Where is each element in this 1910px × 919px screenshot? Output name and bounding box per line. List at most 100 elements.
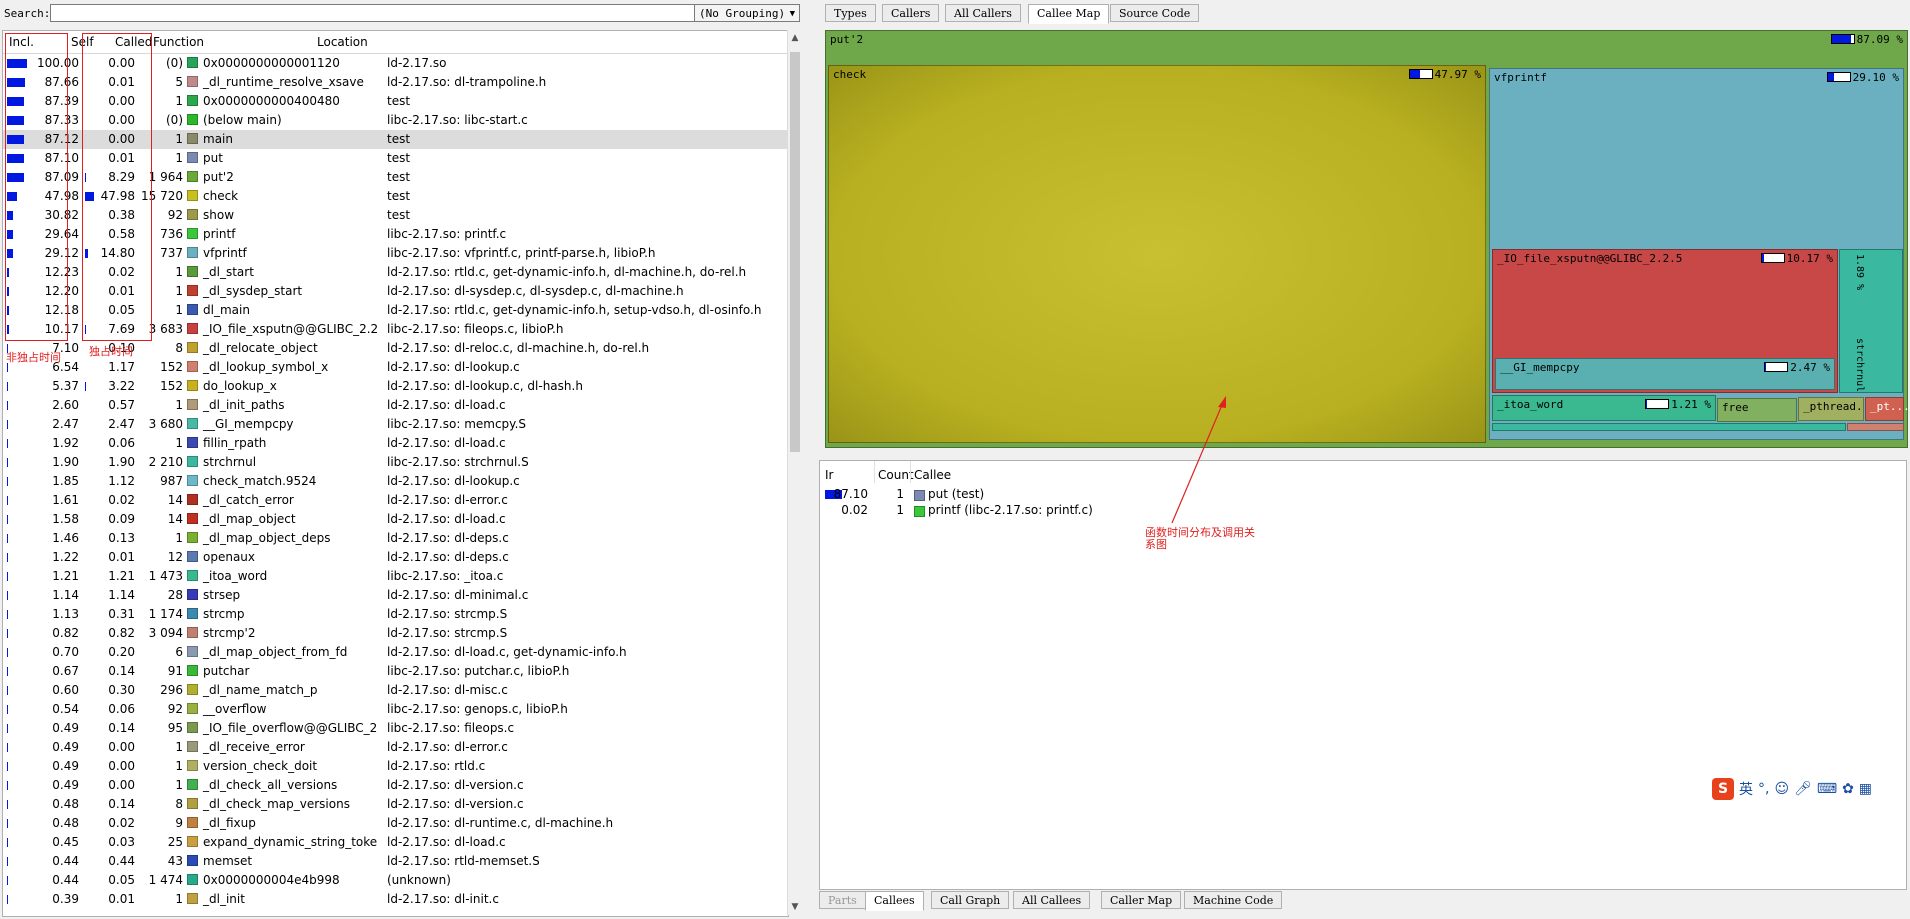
incl-bar (7, 591, 8, 600)
table-row[interactable]: 87.39 0.00 1 0x0000000000400480 test (3, 92, 788, 111)
punctuation-icon[interactable]: °, (1758, 781, 1769, 797)
tab-callers[interactable]: Callers (882, 4, 940, 22)
table-row[interactable]: 87.33 0.00 (0) (below main) libc-2.17.so: li… (3, 111, 788, 130)
tab-callee-map[interactable]: Callee Map (1028, 4, 1110, 24)
function-cell: 0x0000000000400480 (187, 92, 377, 111)
tab-source-code[interactable]: Source Code (1110, 4, 1200, 22)
table-row[interactable]: 1.22 0.01 12 openaux ld-2.17.so: dl-deps.c (3, 548, 788, 567)
table-row[interactable]: 47.98 47.98 15 720 check test (3, 187, 788, 206)
callee-treemap[interactable]: put'2 87.09 % check 47.97 % vfprintf 29.… (825, 30, 1910, 448)
ime-toolbar[interactable]: S 英 °, ☺ 🎤︎ ⌨ ✿ ▦ (1712, 776, 1872, 802)
emoji-icon[interactable]: ☺ (1774, 781, 1789, 797)
table-row[interactable]: 29.64 0.58 736 printf libc-2.17.so: printf.c (3, 225, 788, 244)
table-row[interactable]: 1.90 1.90 2 210 strchrnul libc-2.17.so: strc… (3, 453, 788, 472)
table-body: 100.00 0.00 (0) 0x0000000000001120 ld-2.17.s… (3, 54, 788, 909)
table-row[interactable]: 10.17 7.69 3 683 _IO_file_xsputn@@GLIBC_2.2… (3, 320, 788, 339)
column-header-ir[interactable]: Ir (825, 468, 833, 482)
treemap-block-check[interactable]: check 47.97 % (828, 65, 1486, 443)
self-value: 0.00 (108, 759, 135, 773)
table-row[interactable]: 2.60 0.57 1 _dl_init_paths ld-2.17.so: dl-lo… (3, 396, 788, 415)
treemap-block-itoa-word[interactable]: _itoa_word 1.21 % (1492, 395, 1716, 421)
column-header-called[interactable]: Called (115, 35, 152, 49)
table-row[interactable]: 87.12 0.00 1 main test (3, 130, 788, 149)
table-row[interactable]: 0.49 0.00 1 _dl_receive_error ld-2.17.so: dl… (3, 738, 788, 757)
tab-all-callers[interactable]: All Callers (945, 4, 1021, 22)
table-row[interactable]: 0.54 0.06 92 __overflow libc-2.17.so: genops… (3, 700, 788, 719)
scroll-up-icon[interactable]: ▲ (788, 30, 802, 46)
table-row[interactable]: 0.45 0.03 25 expand_dynamic_string_token ld-… (3, 833, 788, 852)
microphone-icon[interactable]: 🎤︎ (1794, 781, 1812, 797)
treemap-block-small[interactable] (1847, 423, 1904, 431)
column-header-self[interactable]: Self (71, 35, 94, 49)
scroll-down-icon[interactable]: ▼ (788, 899, 802, 915)
table-row[interactable]: 12.20 0.01 1 _dl_sysdep_start ld-2.17.so: dl… (3, 282, 788, 301)
treemap-block-strchrnul[interactable]: 1.89 % strchrnul (1839, 249, 1903, 393)
function-cell: _dl_relocate_object (187, 339, 377, 358)
toolbox-icon[interactable]: ▦ (1859, 781, 1872, 797)
vertical-scrollbar[interactable]: ▲ ▼ (787, 30, 802, 915)
keyboard-icon[interactable]: ⌨ (1817, 781, 1837, 797)
treemap-block-pt[interactable]: _pt... (1865, 397, 1910, 421)
column-header-location[interactable]: Location (317, 35, 368, 49)
function-color-swatch (187, 380, 198, 391)
tab-call-graph[interactable]: Call Graph (931, 891, 1010, 909)
sogou-logo-icon[interactable]: S (1712, 778, 1734, 800)
table-row[interactable]: 6.54 1.17 152 _dl_lookup_symbol_x ld-2.17.so… (3, 358, 788, 377)
column-header-incl[interactable]: Incl. (9, 35, 34, 49)
table-row[interactable]: 1.14 1.14 28 strsep ld-2.17.so: dl-minimal.c (3, 586, 788, 605)
self-value: 3.22 (108, 379, 135, 393)
table-row[interactable]: 12.18 0.05 1 dl_main ld-2.17.so: rtld.c, get… (3, 301, 788, 320)
table-row[interactable]: 1.21 1.21 1 473 _itoa_word libc-2.17.so: _it… (3, 567, 788, 586)
table-row[interactable]: 0.39 0.01 1 _dl_init ld-2.17.so: dl-init.c (3, 890, 788, 909)
ime-language-toggle[interactable]: 英 (1739, 779, 1753, 799)
table-row[interactable]: 0.67 0.14 91 putchar libc-2.17.so: putchar.c… (3, 662, 788, 681)
grouping-select[interactable]: (No Grouping) ▼ (694, 4, 800, 22)
table-row[interactable]: 87.66 0.01 5 _dl_runtime_resolve_xsave ld-2.… (3, 73, 788, 92)
table-row[interactable]: 87.10 0.01 1 put test (3, 149, 788, 168)
table-row[interactable]: 1.58 0.09 14 _dl_map_object ld-2.17.so: dl-l… (3, 510, 788, 529)
self-bar (85, 249, 88, 258)
treemap-block-small[interactable] (1492, 423, 1846, 431)
tab-caller-map[interactable]: Caller Map (1101, 891, 1182, 909)
function-cell: _IO_file_overflow@@GLIBC_2... (187, 719, 377, 738)
column-header-count[interactable]: Count (878, 468, 914, 482)
table-row[interactable]: 0.49 0.00 1 version_check_doit ld-2.17.so: r… (3, 757, 788, 776)
tab-callees[interactable]: Callees (865, 891, 924, 911)
tab-types[interactable]: Types (825, 4, 876, 22)
table-row[interactable]: 1.92 0.06 1 fillin_rpath ld-2.17.so: dl-load… (3, 434, 788, 453)
function-name: strcmp (203, 607, 245, 621)
column-header-callee[interactable]: Callee (914, 468, 951, 482)
table-row[interactable]: 0.70 0.20 6 _dl_map_object_from_fd ld-2.17.s… (3, 643, 788, 662)
treemap-block-free[interactable]: free (1717, 398, 1797, 422)
table-row[interactable]: 1.85 1.12 987 check_match.9524 ld-2.17.so: d… (3, 472, 788, 491)
table-row[interactable]: 12.23 0.02 1 _dl_start ld-2.17.so: rtld.c, g… (3, 263, 788, 282)
table-row[interactable]: 0.48 0.02 9 _dl_fixup ld-2.17.so: dl-runtime… (3, 814, 788, 833)
table-row[interactable]: 0.82 0.82 3 094 strcmp'2 ld-2.17.so: strcmp.… (3, 624, 788, 643)
tab-all-callees[interactable]: All Callees (1013, 891, 1091, 909)
table-row[interactable]: 1.61 0.02 14 _dl_catch_error ld-2.17.so: dl-… (3, 491, 788, 510)
table-row[interactable]: 29.12 14.80 737 vfprintf libc-2.17.so: vfpri… (3, 244, 788, 263)
scrollbar-thumb[interactable] (790, 52, 800, 452)
table-row[interactable]: 0.48 0.14 8 _dl_check_map_versions ld-2.17.s… (3, 795, 788, 814)
called-value: 1 (175, 132, 183, 146)
table-row[interactable]: 100.00 0.00 (0) 0x0000000000001120 ld-2.17.s… (3, 54, 788, 73)
callee-row[interactable]: 0.02 1 printf (libc-2.17.so: printf.c) (820, 501, 1900, 520)
table-row[interactable]: 2.47 2.47 3 680 __GI_mempcpy libc-2.17.so: m… (3, 415, 788, 434)
treemap-block-gi-mempcpy[interactable]: __GI_mempcpy 2.47 % (1495, 358, 1835, 390)
tab-machine-code[interactable]: Machine Code (1184, 891, 1283, 909)
table-row[interactable]: 0.44 0.05 1 474 0x0000000004e4b998 (unknown) (3, 871, 788, 890)
table-row[interactable]: 1.46 0.13 1 _dl_map_object_deps ld-2.17.so: … (3, 529, 788, 548)
skin-icon[interactable]: ✿ (1842, 781, 1854, 797)
table-row[interactable]: 30.82 0.38 92 show test (3, 206, 788, 225)
search-input[interactable] (50, 4, 695, 22)
table-header: Incl. Self Called Function Location (3, 31, 788, 54)
table-row[interactable]: 0.44 0.44 43 memset ld-2.17.so: rtld-memset.… (3, 852, 788, 871)
table-row[interactable]: 1.13 0.31 1 174 strcmp ld-2.17.so: strcmp.S (3, 605, 788, 624)
table-row[interactable]: 5.37 3.22 152 do_lookup_x ld-2.17.so: dl-loo… (3, 377, 788, 396)
table-row[interactable]: 0.60 0.30 296 _dl_name_match_p ld-2.17.so: d… (3, 681, 788, 700)
table-row[interactable]: 0.49 0.00 1 _dl_check_all_versions ld-2.17.s… (3, 776, 788, 795)
table-row[interactable]: 87.09 8.29 1 964 put'2 test (3, 168, 788, 187)
table-row[interactable]: 0.49 0.14 95 _IO_file_overflow@@GLIBC_2... l… (3, 719, 788, 738)
treemap-block-pthread[interactable]: _pthread... (1798, 397, 1876, 421)
column-header-function[interactable]: Function (153, 35, 204, 49)
